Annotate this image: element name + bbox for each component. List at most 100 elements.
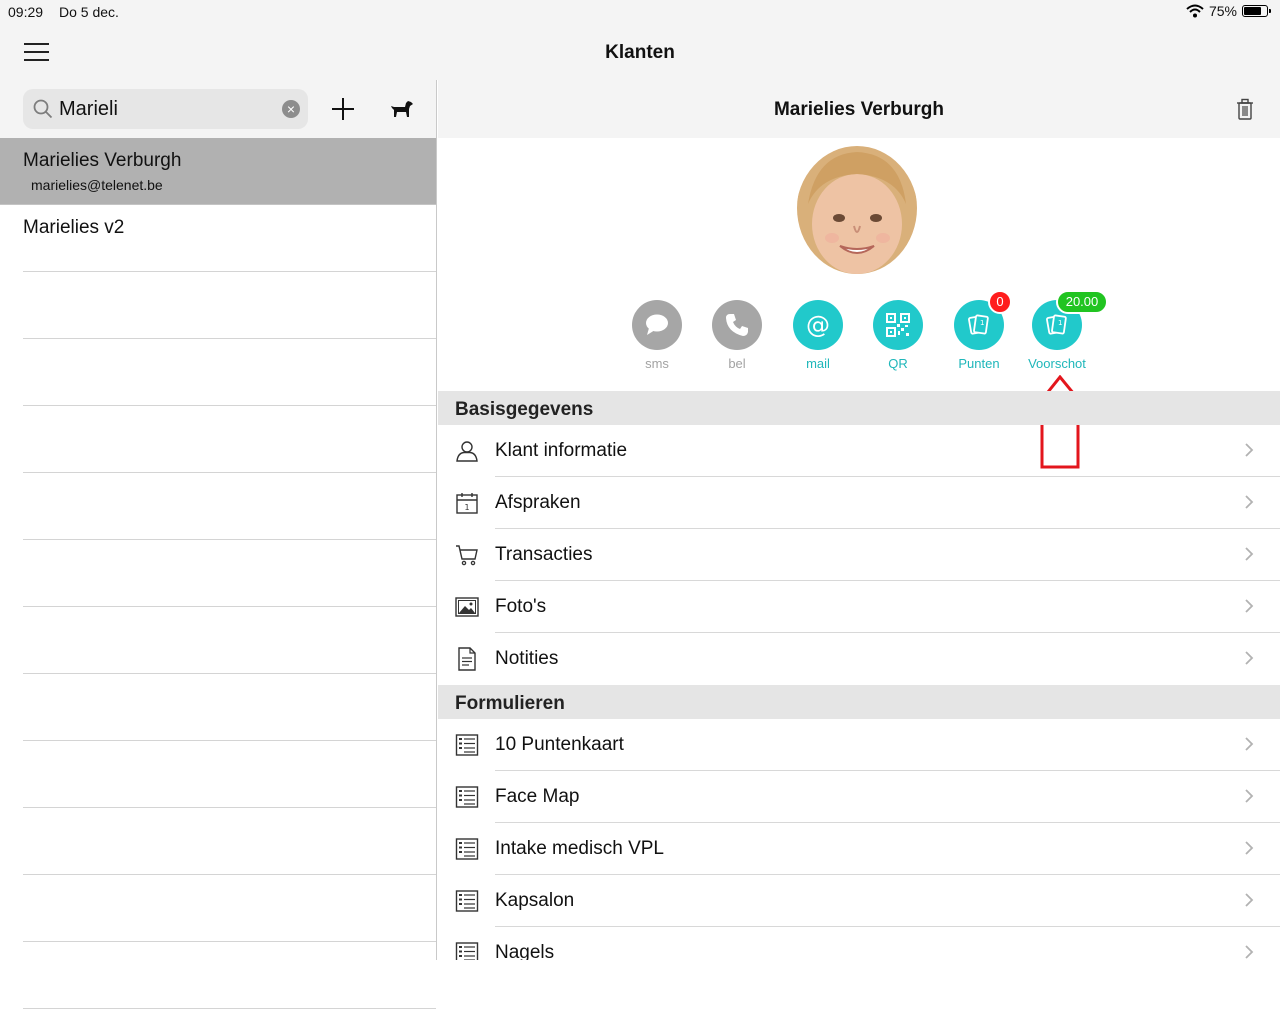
menu-item-kapsalon[interactable]: Kapsalon (438, 875, 1280, 927)
photo-icon (455, 597, 479, 617)
chevron-right-icon (1245, 547, 1254, 561)
add-client-button[interactable] (330, 96, 356, 122)
client-name: Marielies Verburgh (23, 150, 182, 171)
points-button[interactable]: 1 0 Punten (939, 290, 1019, 371)
client-list: Marielies Verburgh marielies@telenet.be … (0, 138, 436, 1009)
list-header: × (0, 80, 436, 138)
trash-icon[interactable] (1236, 98, 1254, 120)
svg-text:1: 1 (980, 319, 984, 327)
form-icon (455, 890, 479, 912)
empty-row (0, 808, 436, 875)
wifi-icon (1186, 4, 1204, 18)
chat-bubble-icon (632, 300, 682, 350)
empty-row (0, 272, 436, 339)
nav-bar: Klanten (0, 24, 1280, 80)
empty-row (0, 875, 436, 942)
menu-item-label: Foto's (495, 596, 547, 617)
person-icon (456, 441, 478, 462)
chevron-right-icon (1245, 841, 1254, 855)
chevron-right-icon (1245, 599, 1254, 613)
deposit-label: Voorschot (1028, 356, 1086, 371)
menu-item-label: Klant informatie (495, 440, 628, 461)
client-list-item[interactable]: Marielies v2 (0, 205, 436, 272)
chevron-right-icon (1245, 945, 1254, 959)
battery-fill (1244, 7, 1261, 15)
sms-button[interactable]: sms (617, 300, 697, 371)
deposit-button[interactable]: 1 20.00 Voorschot (1017, 290, 1108, 371)
menu-item-transacties[interactable]: Transacties (438, 529, 1280, 581)
dog-icon[interactable] (388, 97, 414, 121)
empty-row (0, 942, 436, 1009)
chevron-right-icon (1245, 789, 1254, 803)
chevron-right-icon (1245, 495, 1254, 509)
menu-item-label: Intake medisch VPL (495, 838, 664, 859)
section-title: Basisgegevens (455, 399, 594, 420)
empty-row (0, 674, 436, 741)
chevron-right-icon (1245, 893, 1254, 907)
menu-item-intake-medisch-vpl[interactable]: Intake medisch VPL (438, 823, 1280, 875)
menu-item-label: Afspraken (495, 492, 581, 513)
client-list-item[interactable]: Marielies Verburgh marielies@telenet.be (0, 138, 436, 205)
qr-button[interactable]: QR (858, 300, 938, 371)
clear-search-icon[interactable]: × (282, 100, 300, 118)
sms-label: sms (645, 356, 669, 371)
client-list-pane: × Marielies Verburgh marielies@telenet.b… (0, 80, 437, 1009)
mail-button[interactable]: @ mail (778, 300, 858, 371)
qr-code-icon (873, 300, 923, 350)
call-button[interactable]: bel (697, 300, 777, 371)
menu-item-label: Notities (495, 648, 559, 669)
form-icon (455, 942, 479, 960)
chevron-right-icon (1245, 443, 1254, 457)
calendar-icon: 1 (456, 493, 478, 514)
svg-text:1: 1 (464, 503, 469, 512)
menu-item-notities[interactable]: Notities (438, 633, 1280, 685)
chevron-right-icon (1245, 737, 1254, 751)
qr-label: QR (888, 356, 908, 371)
mail-label: mail (806, 356, 830, 371)
deposit-badge: 20.00 (1056, 290, 1108, 314)
svg-text:1: 1 (1058, 319, 1062, 327)
menu-item-label: Kapsalon (495, 890, 575, 911)
status-right: 75% (1186, 3, 1271, 19)
empty-row (0, 741, 436, 808)
empty-row (0, 406, 436, 473)
menu-item-label: Nagels (495, 942, 555, 960)
menu-item-afspraken[interactable]: 1 Afspraken (438, 477, 1280, 529)
note-icon (458, 647, 476, 671)
cards-icon: 1 20.00 (1032, 290, 1108, 350)
battery-percent: 75% (1208, 3, 1237, 19)
client-name: Marielies v2 (23, 217, 125, 238)
client-title: Marielies Verburgh (773, 99, 944, 120)
client-detail-pane: Marielies Verburgh sms bel @ mail QR 1 0… (438, 80, 1280, 960)
empty-row (0, 540, 436, 607)
cart-icon (456, 545, 478, 566)
empty-row (0, 473, 436, 540)
empty-row (0, 339, 436, 406)
form-icon (455, 734, 479, 756)
at-sign-icon: @ (793, 300, 843, 350)
phone-icon (712, 300, 762, 350)
form-icon (455, 786, 479, 808)
svg-text:@: @ (806, 312, 830, 338)
search-input[interactable] (59, 95, 269, 123)
call-label: bel (728, 356, 746, 371)
section-title: Formulieren (455, 693, 565, 714)
status-date: Do 5 dec. (59, 4, 119, 20)
points-label: Punten (958, 356, 1000, 371)
menu-item-10-puntenkaart[interactable]: 10 Puntenkaart (438, 719, 1280, 771)
menu-item-fotos[interactable]: Foto's (438, 581, 1280, 633)
menu-item-klant-informatie[interactable]: Klant informatie (438, 425, 1280, 477)
page-title: Klanten (605, 42, 675, 63)
client-avatar (796, 146, 918, 280)
menu-item-nagels[interactable]: Nagels (438, 927, 1280, 960)
menu-item-label: Transacties (495, 544, 593, 565)
status-time: 09:29 (8, 4, 44, 20)
menu-item-label: 10 Puntenkaart (495, 734, 624, 755)
status-bar: 09:29 Do 5 dec. 75% (0, 0, 1280, 24)
cards-icon: 1 0 (954, 290, 1012, 350)
menu-item-face-map[interactable]: Face Map (438, 771, 1280, 823)
section-header-basisgegevens: Basisgegevens (438, 391, 1280, 425)
search-bar[interactable]: × (23, 89, 308, 129)
chevron-right-icon (1245, 651, 1254, 665)
client-email: marielies@telenet.be (31, 177, 163, 193)
